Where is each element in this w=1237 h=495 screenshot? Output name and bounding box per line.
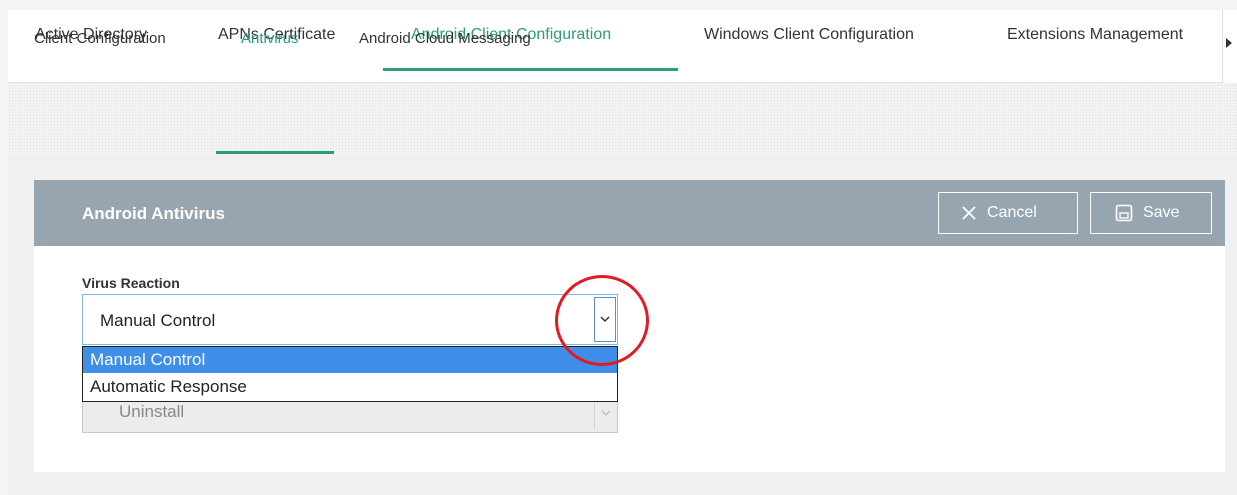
virus-reaction-label: Virus Reaction xyxy=(82,275,180,291)
subtab-android-cloud-messaging[interactable]: Android Cloud Messaging xyxy=(359,30,531,47)
tab-extensions-management[interactable]: Extensions Management xyxy=(1007,26,1183,44)
close-icon xyxy=(961,205,977,221)
secondary-select-value: Uninstall xyxy=(119,402,185,421)
cancel-button-label: Cancel xyxy=(987,204,1037,221)
active-subtab-indicator xyxy=(216,151,334,154)
subtab-client-configuration[interactable]: Client Configuration xyxy=(34,30,166,47)
cancel-button[interactable]: Cancel xyxy=(938,192,1078,234)
top-tab-bar xyxy=(8,10,1230,83)
panel-title: Android Antivirus xyxy=(82,204,225,223)
virus-reaction-selected-value: Manual Control xyxy=(100,311,216,330)
annotation-highlight-circle xyxy=(555,275,649,366)
subtab-antivirus[interactable]: Antivirus xyxy=(241,30,299,47)
virus-reaction-select[interactable]: Manual Control xyxy=(82,294,618,345)
secondary-select-disabled: Uninstall xyxy=(82,396,618,433)
option-manual-control[interactable]: Manual Control xyxy=(83,347,617,373)
save-button[interactable]: Save xyxy=(1090,192,1212,234)
panel-header: Android Antivirus Cancel Save xyxy=(34,180,1225,246)
option-automatic-response[interactable]: Automatic Response xyxy=(83,374,617,400)
active-tab-indicator xyxy=(383,68,678,71)
tab-windows-client-configuration[interactable]: Windows Client Configuration xyxy=(704,26,914,44)
chevron-right-icon xyxy=(1226,38,1232,48)
save-button-label: Save xyxy=(1143,204,1180,221)
floppy-disk-icon xyxy=(1115,204,1133,222)
sub-tab-bar xyxy=(8,84,1237,154)
virus-reaction-options-list: Manual Control Automatic Response xyxy=(82,346,618,402)
